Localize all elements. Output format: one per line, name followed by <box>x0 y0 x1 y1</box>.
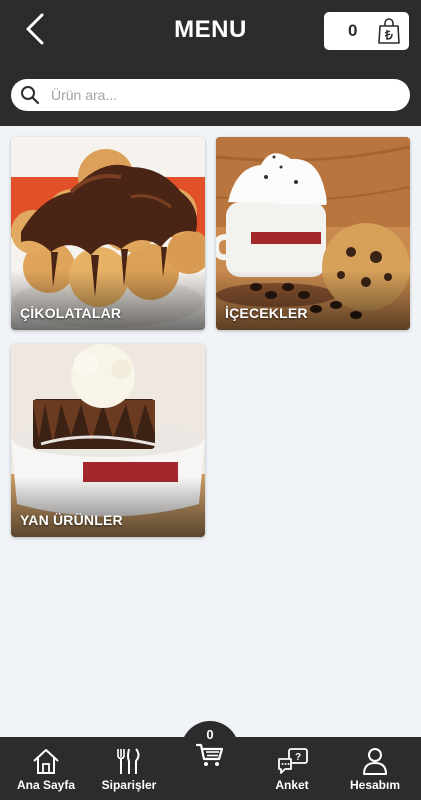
user-icon <box>363 748 387 775</box>
nav-item-survey[interactable]: ? Anket <box>262 737 322 800</box>
category-card-drinks[interactable]: İÇECEKLER <box>216 137 410 330</box>
category-label: İÇECEKLER <box>225 305 308 321</box>
home-icon <box>33 749 59 774</box>
search-input[interactable] <box>51 83 401 107</box>
search-icon <box>21 86 40 105</box>
center-cart-count: 0 <box>206 727 214 742</box>
category-label: YAN ÜRÜNLER <box>20 512 123 528</box>
card-shade <box>11 477 205 537</box>
survey-chat-icon: ? <box>278 748 308 774</box>
category-label: ÇİKOLATALAR <box>20 305 122 321</box>
nav-item-account[interactable]: Hesabım <box>340 737 410 800</box>
nav-label-orders: Siparişler <box>101 778 157 792</box>
card-shade <box>216 270 410 330</box>
chevron-left-icon <box>26 13 44 45</box>
cutlery-icon <box>117 748 140 774</box>
header-cart-button[interactable]: 0 <box>324 12 409 50</box>
nav-item-orders[interactable]: Siparişler <box>94 737 164 800</box>
top-header: MENU 0 <box>0 0 421 126</box>
shopping-cart-icon <box>196 743 224 766</box>
back-button[interactable] <box>22 12 50 46</box>
category-card-side-products[interactable]: YAN ÜRÜNLER <box>11 344 205 537</box>
nav-label-account: Hesabım <box>349 778 401 792</box>
nav-label-home: Ana Sayfa <box>16 778 76 792</box>
lira-shopping-bag-icon <box>378 18 400 44</box>
nav-item-home[interactable]: Ana Sayfa <box>8 737 84 800</box>
nav-label-survey: Anket <box>275 778 309 792</box>
svg-text:?: ? <box>295 752 301 763</box>
card-shade <box>11 270 205 330</box>
center-cart-button[interactable]: 0 <box>181 721 239 779</box>
search-bar <box>11 79 410 111</box>
category-card-chocolates[interactable]: ÇİKOLATALAR <box>11 137 205 330</box>
header-cart-count: 0 <box>348 21 358 40</box>
